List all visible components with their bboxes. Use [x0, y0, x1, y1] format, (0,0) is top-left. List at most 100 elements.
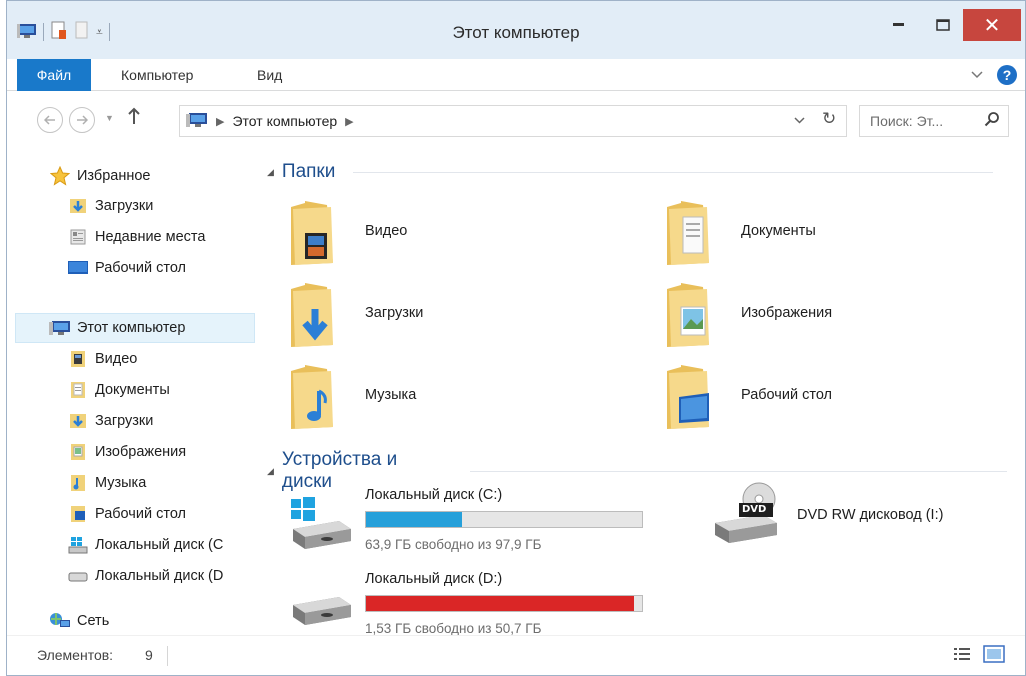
folder-tile-documents[interactable]: Документы: [633, 195, 1003, 271]
system-drive-icon: [67, 536, 89, 554]
hard-drive-icon: [67, 567, 89, 585]
sidebar-item-documents[interactable]: Документы: [67, 376, 170, 404]
drive-tile-dvd[interactable]: DVD DVD RW дисковод (I:): [633, 481, 1013, 551]
drive-tile-d[interactable]: Локальный диск (D:) 1,53 ГБ свободно из …: [257, 571, 657, 641]
collapse-triangle-icon[interactable]: ◢: [267, 167, 274, 178]
address-bar[interactable]: ▶ Этот компьютер ▶ ↻: [179, 105, 847, 137]
drive-usage-bar: [365, 511, 643, 528]
recent-locations-chevron-icon[interactable]: ▼: [105, 113, 114, 123]
sidebar-item-drive-d[interactable]: Локальный диск (D: [67, 562, 223, 590]
sidebar-item-label: Загрузки: [95, 413, 154, 429]
tab-computer[interactable]: Компьютер: [121, 67, 193, 83]
large-icons-view-icon[interactable]: [983, 644, 1005, 667]
downloads-folder-icon: [67, 412, 89, 430]
expand-ribbon-chevron-icon[interactable]: [971, 66, 983, 82]
video-folder-icon: [287, 199, 337, 267]
dvd-drive-icon: DVD: [711, 481, 783, 550]
downloads-folder-icon: [287, 281, 337, 349]
address-dropdown-chevron-icon[interactable]: [794, 112, 805, 127]
sidebar-item-label: Музыка: [95, 475, 147, 491]
drive-free-space: 63,9 ГБ свободно из 97,9 ГБ: [365, 537, 542, 552]
drive-usage-fill: [366, 596, 634, 611]
drive-tile-c[interactable]: Локальный диск (C:) 63,9 ГБ свободно из …: [257, 487, 657, 557]
sidebar-item-label: Этот компьютер: [77, 320, 186, 336]
status-separator: [167, 646, 168, 666]
item-count: 9: [145, 647, 153, 663]
desktop-folder-icon: [663, 363, 713, 431]
drive-name: Локальный диск (D:): [365, 571, 503, 587]
sidebar-item-desktop-pc[interactable]: Рабочий стол: [67, 500, 186, 528]
pictures-folder-icon: [663, 281, 713, 349]
refresh-icon[interactable]: ↻: [822, 109, 836, 129]
sidebar-item-pictures[interactable]: Изображения: [67, 438, 186, 466]
folder-tile-videos[interactable]: Видео: [257, 195, 627, 271]
sidebar-item-desktop[interactable]: Рабочий стол: [67, 254, 186, 282]
folder-label: Рабочий стол: [741, 387, 833, 403]
details-view-icon[interactable]: [953, 646, 971, 667]
hard-drive-icon: [287, 585, 353, 632]
sidebar-item-favorites[interactable]: Избранное: [49, 162, 150, 190]
sidebar-item-recent-places[interactable]: Недавние места: [67, 223, 205, 251]
folder-tile-downloads[interactable]: Загрузки: [257, 277, 627, 353]
window-title: Этот компьютер: [452, 23, 580, 42]
folder-tile-desktop[interactable]: Рабочий стол: [633, 359, 1003, 435]
back-button[interactable]: [37, 107, 63, 133]
sidebar-item-label: Видео: [95, 351, 138, 367]
music-folder-icon: [67, 474, 89, 492]
tab-file[interactable]: Файл: [17, 59, 91, 91]
pictures-folder-icon: [67, 443, 89, 461]
sidebar-item-this-pc[interactable]: Этот компьютер: [49, 314, 185, 342]
drive-name: Локальный диск (C:): [365, 487, 503, 503]
close-button[interactable]: ✕: [963, 9, 1021, 41]
sidebar-item-label: Документы: [95, 382, 170, 398]
maximize-button[interactable]: [923, 9, 963, 41]
group-divider: [353, 171, 994, 173]
sidebar-item-downloads-pc[interactable]: Загрузки: [67, 407, 153, 435]
minimize-button[interactable]: [879, 9, 919, 41]
documents-folder-icon: [67, 381, 89, 399]
breadcrumb-this-pc[interactable]: Этот компьютер: [232, 113, 337, 129]
folders-group-header[interactable]: ◢ Папки: [267, 161, 1007, 183]
star-icon: [49, 166, 71, 186]
folder-label: Видео: [365, 223, 408, 239]
breadcrumb-separator-icon[interactable]: ▶: [345, 115, 353, 128]
sidebar-item-label: Изображения: [95, 444, 187, 460]
folder-label: Музыка: [365, 387, 417, 403]
folder-label: Изображения: [741, 305, 833, 321]
sidebar-item-downloads[interactable]: Загрузки: [67, 192, 153, 220]
documents-folder-icon: [663, 199, 713, 267]
folder-tile-pictures[interactable]: Изображения: [633, 277, 1003, 353]
sidebar-item-videos[interactable]: Видео: [67, 345, 137, 373]
sidebar-item-label: Избранное: [77, 168, 151, 184]
navigation-pane: Избранное Загрузки Недавние места Рабочи…: [7, 147, 255, 635]
drive-usage-bar: [365, 595, 643, 612]
sidebar-item-drive-c[interactable]: Локальный диск (C: [67, 531, 223, 559]
sidebar-item-network[interactable]: Сеть: [49, 607, 109, 635]
recent-places-icon: [67, 228, 89, 246]
desktop-icon: [67, 259, 89, 277]
tab-view[interactable]: Вид: [257, 67, 282, 83]
search-box[interactable]: Поиск: Эт...: [859, 105, 1009, 137]
group-divider: [469, 470, 1007, 472]
sidebar-item-label: Рабочий стол: [95, 506, 187, 522]
computer-icon: [49, 319, 71, 337]
music-folder-icon: [287, 363, 337, 431]
search-icon[interactable]: [984, 111, 1000, 130]
group-title: Папки: [281, 161, 336, 182]
sidebar-item-label: Рабочий стол: [95, 260, 187, 276]
folder-label: Загрузки: [365, 305, 424, 321]
sidebar-item-music[interactable]: Музыка: [67, 469, 146, 497]
drive-free-space: 1,53 ГБ свободно из 50,7 ГБ: [365, 621, 542, 636]
folder-tile-music[interactable]: Музыка: [257, 359, 627, 435]
computer-icon: [186, 111, 208, 132]
downloads-folder-icon: [67, 197, 89, 215]
sidebar-item-label: Локальный диск (D: [95, 568, 224, 584]
forward-button[interactable]: [69, 107, 95, 133]
up-button[interactable]: [127, 105, 141, 131]
breadcrumb-separator-icon[interactable]: ▶: [216, 115, 224, 128]
help-icon[interactable]: ?: [997, 65, 1017, 85]
collapse-triangle-icon[interactable]: ◢: [267, 466, 274, 477]
search-placeholder: Поиск: Эт...: [870, 113, 944, 129]
video-folder-icon: [67, 350, 89, 368]
desktop-folder-icon: [67, 505, 89, 523]
